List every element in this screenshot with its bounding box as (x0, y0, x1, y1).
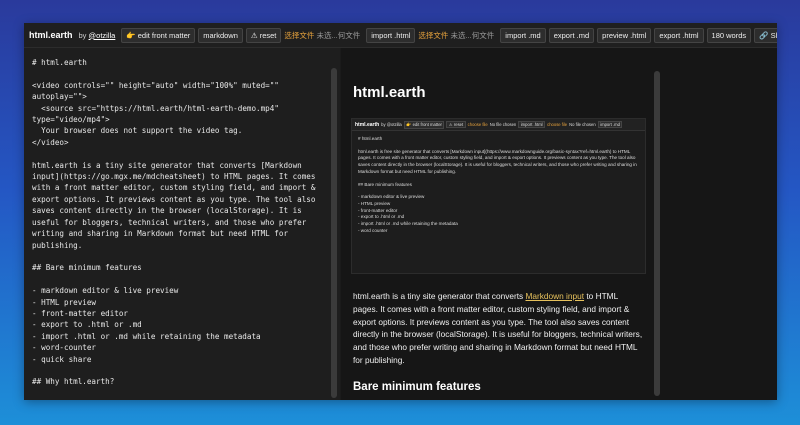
preview-scrollbar[interactable] (654, 71, 660, 396)
demo-choose-file-1: choose file (467, 122, 488, 127)
demo-file-status-1: No file chosen (489, 122, 517, 127)
paragraph-text-start: html.earth is a tiny site generator that… (353, 291, 526, 301)
import-html-button[interactable]: import .html (366, 27, 416, 43)
markdown-button[interactable]: markdown (198, 27, 243, 43)
by-prefix: by (78, 30, 87, 40)
demo-list-item: - import .html or .md while retaining th… (358, 221, 458, 227)
app-brand[interactable]: html.earth (29, 30, 73, 40)
editor-content[interactable]: # html.earth <video controls="" height="… (24, 48, 340, 400)
demo-brand: html.earth (355, 121, 380, 128)
demo-video-frame[interactable]: html.earth by @otzilla 👉 edit front matt… (351, 118, 646, 274)
export-html-button[interactable]: export .html (654, 27, 704, 43)
editor-scrollbar[interactable] (331, 68, 337, 398)
markdown-editor[interactable]: # html.earth <video controls="" height="… (24, 48, 340, 400)
preview-title: html.earth (353, 84, 426, 101)
demo-file-status-2: No file chosen (569, 122, 596, 127)
preview-paragraph: html.earth is a tiny site generator that… (353, 290, 645, 367)
share-button[interactable]: 🔗 Share (754, 27, 777, 43)
import-md-button[interactable]: import .md (500, 27, 546, 43)
reset-button[interactable]: ⚠ reset (245, 27, 282, 43)
choose-file-html-button[interactable]: 选择文件 (284, 31, 314, 40)
demo-reset-button: ⚠ reset (446, 121, 466, 128)
author-credit: by @otzilla (79, 31, 116, 40)
export-md-button[interactable]: export .md (548, 27, 595, 43)
demo-list-item: - word counter (358, 227, 388, 233)
html-file-input[interactable]: 选择文件 未选...何文件 (284, 30, 360, 41)
demo-import-html: import .html (518, 121, 546, 128)
demo-paragraph: html.earth is free site generator that c… (358, 148, 637, 174)
demo-import-md: import .md (597, 121, 623, 128)
demo-toolbar: html.earth by @otzilla 👉 edit front matt… (352, 119, 645, 131)
md-file-input[interactable]: 选择文件 未选...何文件 (418, 30, 494, 41)
demo-section-heading: ## Bare minimum features (358, 181, 412, 187)
markdown-input-link[interactable]: Markdown input (525, 291, 584, 301)
demo-list-item: - HTML preview (358, 200, 391, 206)
paragraph-text-end: to HTML pages. It comes with a front mat… (353, 291, 643, 365)
author-link[interactable]: @otzilla (89, 31, 116, 40)
choose-file-md-button[interactable]: 选择文件 (418, 31, 448, 40)
toolbar: html.earth by @otzilla 👉 edit front matt… (24, 23, 777, 48)
edit-front-matter-button[interactable]: 👉 edit front matter (121, 27, 196, 43)
word-count-badge: 180 words (706, 27, 752, 43)
app-window: html.earth by @otzilla 👉 edit front matt… (24, 23, 777, 400)
demo-list-item: - front-matter editor (358, 207, 398, 213)
demo-list-item: - export to .html or .md (358, 214, 405, 220)
no-file-chosen-html: 未选...何文件 (316, 30, 361, 40)
demo-choose-file-2: choose file (547, 122, 568, 127)
preview-html-button[interactable]: preview .html (597, 27, 652, 43)
demo-body: # html.earth html.earth is free site gen… (352, 131, 645, 239)
demo-author: by @otzilla (381, 122, 402, 127)
html-preview: html.earth html.earth by @otzilla 👉 edit… (341, 48, 777, 400)
demo-heading: # html.earth (358, 136, 383, 141)
no-file-chosen-md: 未选...何文件 (450, 30, 495, 40)
preview-section-heading: Bare minimum features (353, 381, 481, 393)
demo-edit-button: 👉 edit front matter (403, 120, 445, 129)
demo-list-item: - markdown editor & live preview (358, 194, 425, 200)
